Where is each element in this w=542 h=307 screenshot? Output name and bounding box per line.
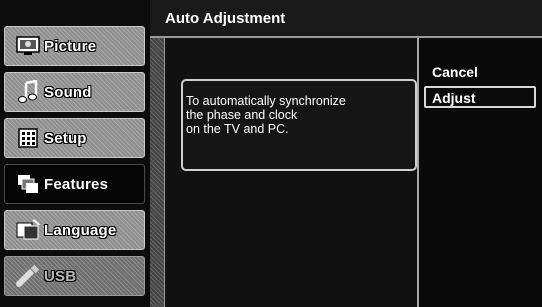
adjust-button[interactable]: Adjust xyxy=(424,86,536,108)
content-panel: To automatically synchronize the phase a… xyxy=(165,38,418,307)
options-panel: Cancel Adjust xyxy=(419,38,542,307)
menu-label: USB xyxy=(44,267,77,285)
menu-label: Language xyxy=(44,221,117,239)
menu-label: Features xyxy=(44,175,109,193)
info-line: To automatically synchronize xyxy=(186,94,346,108)
language-flag-icon xyxy=(14,217,42,243)
menu-item-language[interactable]: Language xyxy=(4,210,145,250)
header-bar: Auto Adjustment xyxy=(150,0,542,38)
menu-item-sound[interactable]: Sound xyxy=(4,72,145,112)
menu-label: Picture xyxy=(44,37,97,55)
cancel-button[interactable]: Cancel xyxy=(424,62,536,84)
picture-icon xyxy=(14,33,42,59)
menu-label: Sound xyxy=(44,83,92,101)
info-line: on the TV and PC. xyxy=(186,122,289,136)
main-panel: To automatically synchronize the phase a… xyxy=(150,38,542,307)
menu-item-usb[interactable]: USB xyxy=(4,256,145,296)
main-menu-sidebar: Picture Sound Setup Features Language US… xyxy=(0,0,150,307)
music-note-icon xyxy=(14,79,42,105)
page-title: Auto Adjustment xyxy=(165,10,286,27)
menu-label: Setup xyxy=(44,129,87,147)
menu-item-features[interactable]: Features xyxy=(4,164,145,204)
panel-edge-bar xyxy=(150,38,165,307)
usb-icon xyxy=(14,263,42,289)
menu-item-setup[interactable]: Setup xyxy=(4,118,145,158)
info-text: To automatically synchronize the phase a… xyxy=(186,94,401,136)
menu-item-picture[interactable]: Picture xyxy=(4,26,145,66)
setup-grid-icon xyxy=(14,125,42,151)
features-icon xyxy=(14,171,42,197)
tv-settings-screen: Picture Sound Setup Features Language US… xyxy=(0,0,542,307)
info-line: the phase and clock xyxy=(186,108,298,122)
